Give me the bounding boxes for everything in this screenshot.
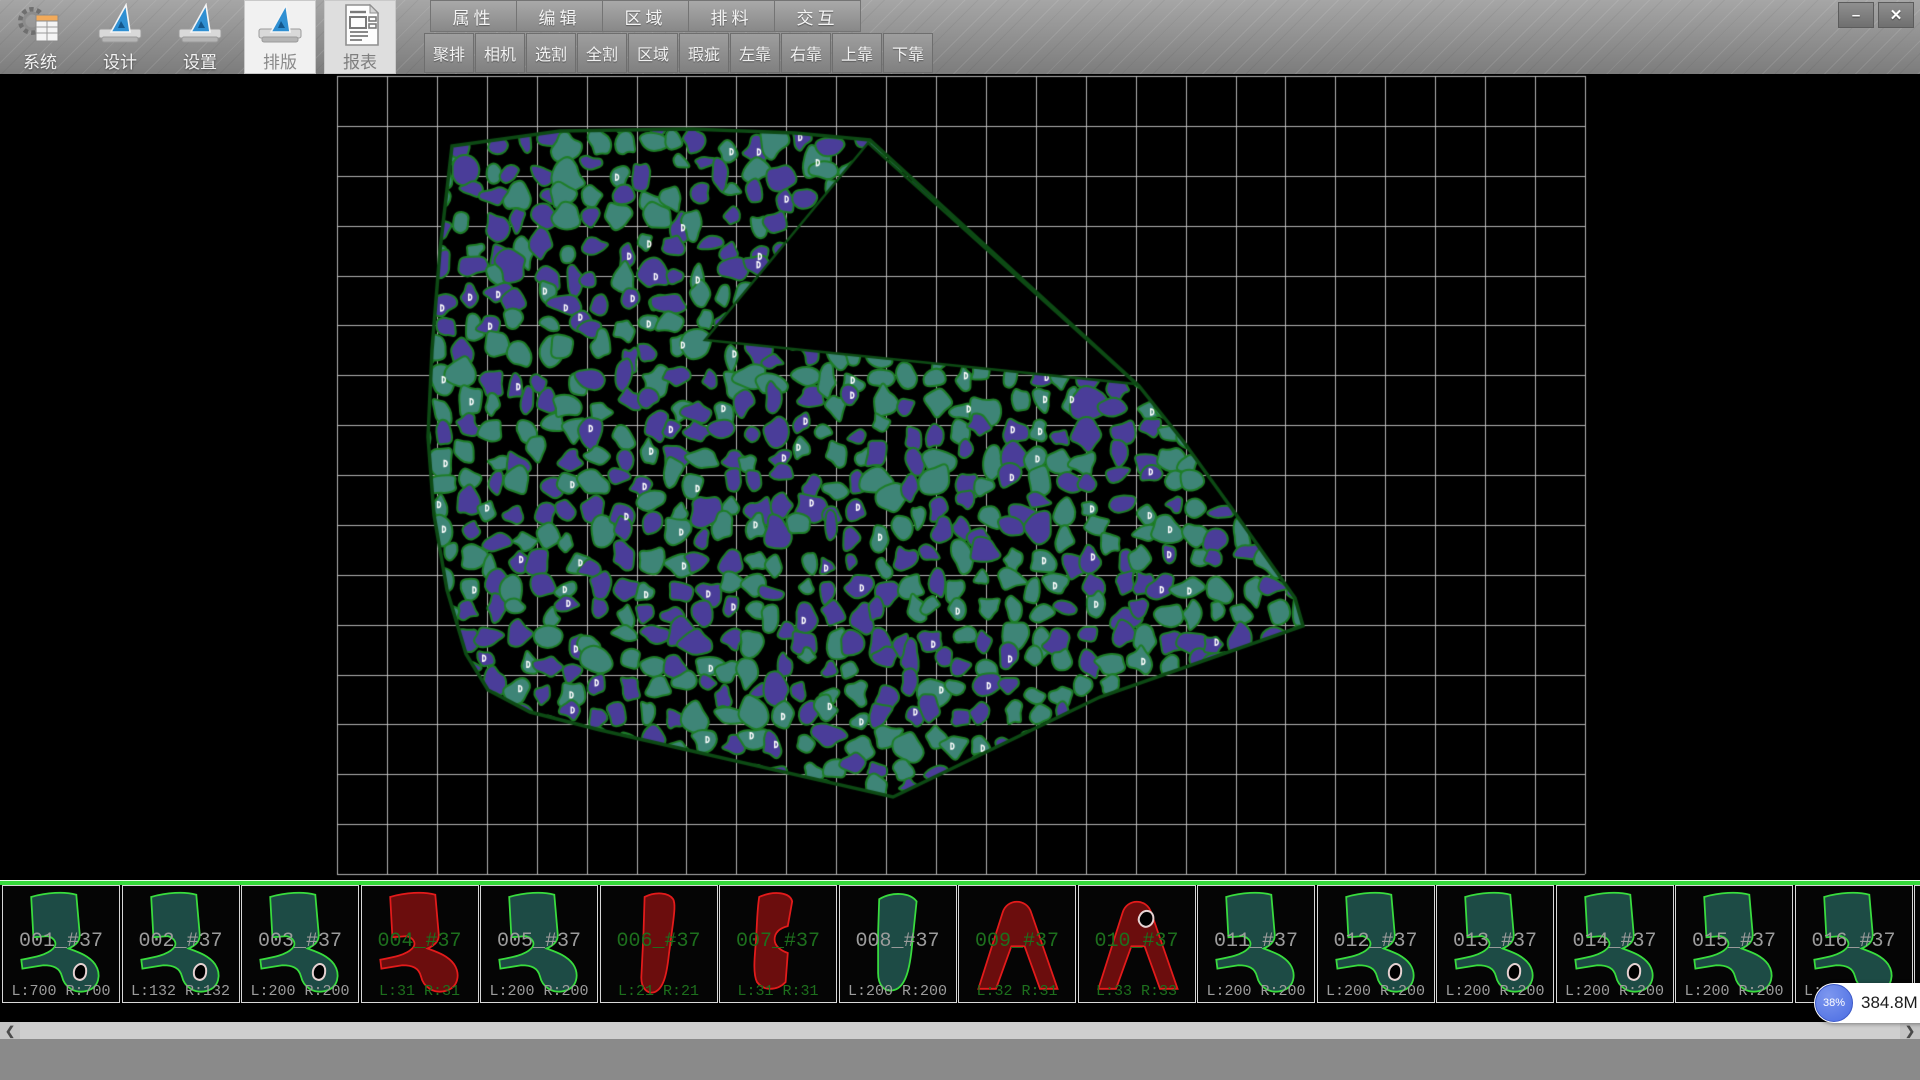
memory-percent-indicator: 38% <box>1815 984 1853 1022</box>
piece-thumbnail-8[interactable]: 008_#37L:200 R:200 <box>839 885 957 1003</box>
minimize-icon[interactable]: – <box>1838 2 1874 28</box>
close-icon[interactable]: ✕ <box>1878 2 1914 28</box>
piece-thumbnail-12[interactable]: 012_#37L:200 R:200 <box>1317 885 1435 1003</box>
window-controls: – ✕ <box>1838 2 1914 28</box>
tool-bar: 聚排相机选割全割区域瑕疵左靠右靠上靠下靠 <box>424 33 933 71</box>
drafting-ruler-icon <box>176 3 224 47</box>
tool-snap-bottom[interactable]: 下靠 <box>883 33 933 73</box>
memory-amount-label: 384.8M <box>1861 993 1918 1013</box>
menu-edit[interactable]: 编辑 <box>517 0 603 32</box>
piece-thumbnail-13[interactable]: 013_#37L:200 R:200 <box>1436 885 1554 1003</box>
app-button-settings[interactable]: 设置 <box>164 0 236 74</box>
tool-camera[interactable]: 相机 <box>475 33 525 73</box>
piece-thumbnail-3[interactable]: 003_#37L:200 R:200 <box>241 885 359 1003</box>
toolbar-header: 系统 设计 设置 排版 报表 属性编辑区域排料交互 聚排相机选割全割区域瑕疵左靠右靠上靠… <box>0 0 1920 74</box>
app-button-label: 系统 <box>23 48 57 73</box>
scroll-right-icon[interactable]: ❯ <box>1900 1022 1920 1039</box>
tool-cluster-nest[interactable]: 聚排 <box>424 33 474 73</box>
app-button-label: 排版 <box>263 48 297 73</box>
horizontal-scrollbar[interactable]: ❮ ❯ <box>0 1022 1920 1039</box>
piece-thumbnail-4[interactable]: 004_#37L:31 R:31 <box>361 885 479 1003</box>
menu-bar: 属性编辑区域排料交互 <box>430 0 861 30</box>
tool-defect[interactable]: 瑕疵 <box>679 33 729 73</box>
piece-thumbnail-6[interactable]: 006_#37L:21 R:21 <box>600 885 718 1003</box>
application-window: 系统 设计 设置 排版 报表 属性编辑区域排料交互 聚排相机选割全割区域瑕疵左靠右靠上靠… <box>0 0 1920 1080</box>
tool-snap-left[interactable]: 左靠 <box>730 33 780 73</box>
app-button-label: 报表 <box>343 48 377 73</box>
app-button-report[interactable]: 报表 <box>324 0 396 74</box>
piece-thumbnail-7[interactable]: 007_#37L:31 R:31 <box>719 885 837 1003</box>
piece-thumbnail-strip: 001_#37L:700 R:700002_#37L:132 R:132003_… <box>2 885 1920 1003</box>
piece-thumbnail-11[interactable]: 011_#37L:200 R:200 <box>1197 885 1315 1003</box>
piece-thumbnail-9[interactable]: 009_#37L:32 R:31 <box>958 885 1076 1003</box>
menu-region[interactable]: 区域 <box>603 0 689 32</box>
piece-thumbnail-15[interactable]: 015_#37L:200 R:200 <box>1675 885 1793 1003</box>
piece-thumbnail-10[interactable]: 010_#37L:33 R:33 <box>1078 885 1196 1003</box>
gear-table-icon <box>16 3 64 47</box>
report-icon <box>336 3 384 47</box>
memory-status-badge: 38% 384.8M <box>1814 983 1920 1023</box>
scroll-left-icon[interactable]: ❮ <box>0 1022 20 1039</box>
app-button-design[interactable]: 设计 <box>84 0 156 74</box>
tool-snap-top[interactable]: 上靠 <box>832 33 882 73</box>
app-button-system[interactable]: 系统 <box>4 0 76 74</box>
app-button-label: 设置 <box>183 48 217 73</box>
menu-nest[interactable]: 排料 <box>689 0 775 32</box>
app-button-label: 设计 <box>103 48 137 73</box>
piece-thumbnail-2[interactable]: 002_#37L:132 R:132 <box>122 885 240 1003</box>
drafting-ruler-icon <box>96 3 144 47</box>
piece-thumbnail-5[interactable]: 005_#37L:200 R:200 <box>480 885 598 1003</box>
tool-select-cut[interactable]: 选割 <box>526 33 576 73</box>
tool-snap-right[interactable]: 右靠 <box>781 33 831 73</box>
tool-cut-all[interactable]: 全割 <box>577 33 627 73</box>
app-button-nesting[interactable]: 排版 <box>244 0 316 74</box>
menu-properties[interactable]: 属性 <box>430 0 517 32</box>
piece-thumbnail-1[interactable]: 001_#37L:700 R:700 <box>2 885 120 1003</box>
tool-region[interactable]: 区域 <box>628 33 678 73</box>
drafting-ruler-icon <box>256 3 304 47</box>
bottom-status-strip <box>0 1039 1920 1080</box>
piece-thumbnail-14[interactable]: 014_#37L:200 R:200 <box>1556 885 1674 1003</box>
menu-interaction[interactable]: 交互 <box>775 0 861 32</box>
nesting-canvas[interactable] <box>0 74 1920 880</box>
